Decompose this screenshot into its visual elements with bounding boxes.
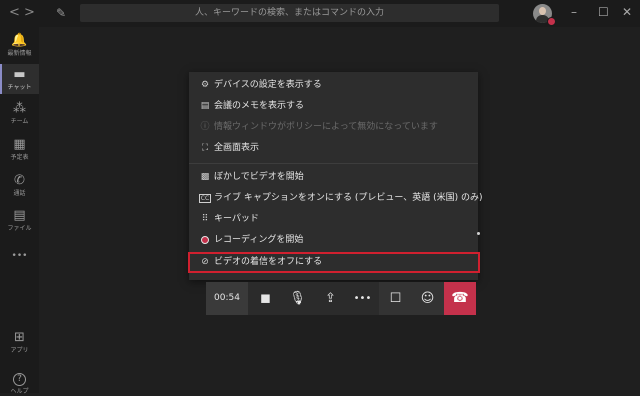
file-icon: ▤ — [13, 208, 26, 223]
bell-icon: 🔔 — [11, 33, 28, 48]
menu-item-blur-video[interactable]: ▩ ぼかしでビデオを開始 — [189, 167, 478, 187]
menu-item-label: 会議のメモを表示する — [214, 101, 305, 111]
rail-item-label: 最新情報 — [7, 50, 32, 57]
forward-arrow-icon[interactable]: > — [24, 5, 35, 21]
menu-item-fullscreen[interactable]: ⛶ 全画面表示 — [189, 138, 478, 158]
teams-icon: ⁂ — [13, 101, 26, 116]
menu-divider — [189, 163, 478, 164]
rail-item-teams[interactable]: ⁂ チーム — [0, 102, 39, 132]
close-icon[interactable]: ✕ — [622, 4, 632, 20]
chat-icon: ▬ — [13, 67, 26, 82]
search-input[interactable]: 人、キーワードの検索、またはコマンドの入力 — [80, 4, 499, 22]
menu-item-start-recording[interactable]: レコーディングを開始 — [189, 230, 478, 250]
app-rail: 🔔 最新情報 ▬ チャット ⁂ チーム ▦ 予定表 ✆ 通話 ▤ ファイル ••… — [0, 27, 39, 396]
menu-item-label: デバイスの設定を表示する — [214, 80, 322, 90]
menu-item-label: ライブ キャプションをオンにする (プレビュー、英語 (米国) のみ) — [214, 193, 483, 203]
rail-item-chat[interactable]: ▬ チャット — [0, 64, 39, 94]
rail-item-calls[interactable]: ✆ 通話 — [0, 174, 39, 204]
rail-item-label: チャット — [7, 84, 32, 91]
title-bar: < > ✎ 人、キーワードの検索、またはコマンドの入力 – ☐ ✕ — [0, 0, 640, 27]
highlight-box — [188, 252, 480, 273]
rail-item-label: ファイル — [7, 225, 32, 232]
calendar-icon: ▦ — [13, 137, 26, 152]
menu-item-device-settings[interactable]: ⚙ デバイスの設定を表示する — [189, 75, 478, 95]
share-screen-icon[interactable]: ⇪ — [314, 282, 347, 315]
back-arrow-icon[interactable]: < — [9, 5, 20, 21]
record-icon — [199, 230, 211, 250]
minimize-icon[interactable]: – — [571, 4, 577, 20]
rail-item-label: 通話 — [13, 190, 26, 197]
presence-status-icon — [547, 17, 556, 26]
keypad-icon: ⠿ — [201, 214, 209, 224]
camera-off-icon[interactable]: ◼ — [249, 282, 282, 315]
menu-item-label: 情報ウィンドウがポリシーによって無効になっています — [214, 122, 438, 132]
menu-item-label: 全画面表示 — [214, 143, 260, 153]
rail-item-files[interactable]: ▤ ファイル — [0, 209, 39, 239]
chat-icon[interactable]: ☐ — [379, 282, 412, 315]
participants-icon[interactable]: ☺ — [411, 282, 444, 315]
help-icon: ? — [13, 373, 26, 386]
menu-item-label: レコーディングを開始 — [214, 235, 304, 245]
menu-item-info-pane-disabled: ⓘ 情報ウィンドウがポリシーによって無効になっています — [189, 117, 478, 137]
notes-icon: ▤ — [200, 101, 210, 111]
rail-item-label: アプリ — [10, 347, 29, 354]
menu-item-label: ぼかしでビデオを開始 — [214, 172, 304, 182]
blur-icon: ▩ — [200, 172, 210, 182]
more-actions-icon[interactable]: ••• — [346, 282, 379, 315]
cursor-dot — [477, 232, 480, 235]
more-icon: ••• — [11, 251, 28, 261]
fullscreen-icon: ⛶ — [201, 143, 209, 153]
rail-item-help[interactable]: ? ヘルプ — [0, 366, 39, 396]
gear-icon: ⚙ — [200, 80, 210, 90]
mic-muted-icon[interactable]: 🎙 — [281, 282, 314, 315]
compose-icon[interactable]: ✎ — [56, 6, 66, 20]
rail-item-label: ヘルプ — [10, 388, 29, 395]
apps-icon: ⊞ — [14, 330, 25, 345]
rail-item-more[interactable]: ••• — [0, 249, 39, 265]
rail-item-apps[interactable]: ⊞ アプリ — [0, 331, 39, 361]
rail-item-calendar[interactable]: ▦ 予定表 — [0, 138, 39, 168]
rail-item-label: チーム — [10, 118, 29, 125]
info-icon: ⓘ — [200, 122, 210, 132]
maximize-icon[interactable]: ☐ — [598, 4, 609, 20]
menu-item-meeting-notes[interactable]: ▤ 会議のメモを表示する — [189, 96, 478, 116]
captions-icon: CC — [199, 194, 211, 203]
phone-icon: ✆ — [14, 173, 25, 188]
rail-item-label: 予定表 — [10, 154, 29, 161]
menu-item-keypad[interactable]: ⠿ キーパッド — [189, 209, 478, 229]
more-actions-menu: ⚙ デバイスの設定を表示する ▤ 会議のメモを表示する ⓘ 情報ウィンドウがポリ… — [189, 72, 483, 280]
menu-item-live-captions[interactable]: CC ライブ キャプションをオンにする (プレビュー、英語 (米国) のみ) — [189, 188, 483, 208]
hang-up-button[interactable]: ☎ — [444, 282, 476, 315]
call-timer: 00:54 — [206, 282, 248, 315]
menu-item-label: キーパッド — [214, 214, 259, 224]
rail-item-activity[interactable]: 🔔 最新情報 — [0, 34, 39, 64]
